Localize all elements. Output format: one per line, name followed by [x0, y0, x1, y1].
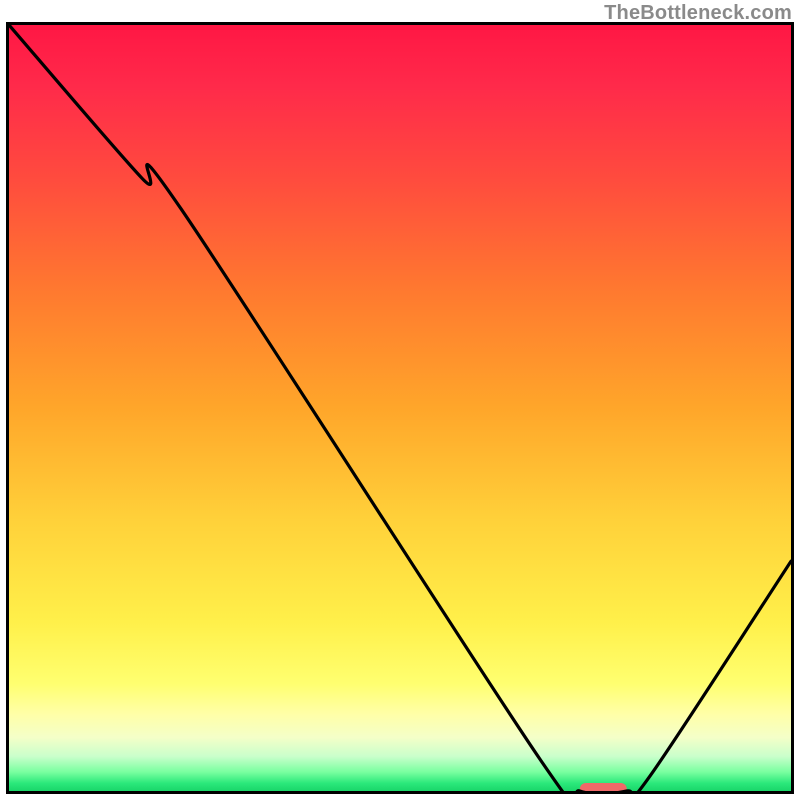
chart-canvas [9, 25, 791, 791]
optimum-marker [580, 783, 627, 791]
chart-frame [6, 22, 794, 794]
bottleneck-curve [9, 25, 791, 791]
